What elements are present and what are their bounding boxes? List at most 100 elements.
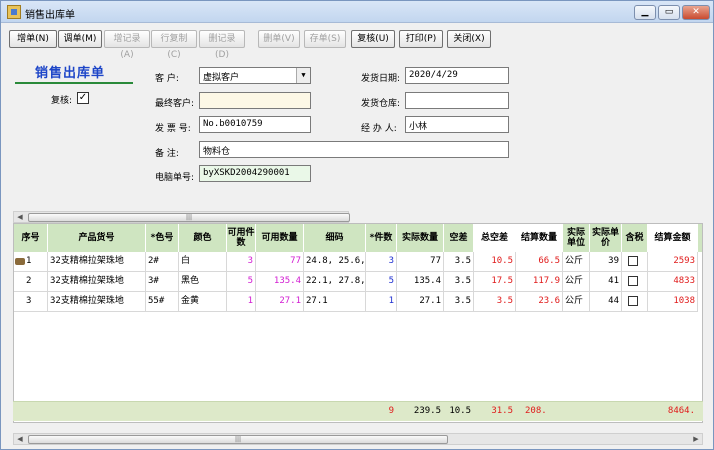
final-customer-label: 最终客户: — [155, 99, 195, 109]
scroll-right-icon[interactable]: ▶ — [690, 434, 702, 444]
cell-no: 3 — [14, 292, 48, 312]
cell-color[interactable]: 白 — [179, 252, 227, 272]
minimize-button[interactable]: ▁ — [634, 5, 656, 20]
cell-settle-qty: 117.9 — [516, 272, 563, 292]
delete-record-button[interactable]: 删记录(D) — [199, 30, 245, 60]
cell-actual-qty[interactable]: 27.1 — [397, 292, 444, 312]
print-button[interactable]: 打印(P) — [399, 30, 443, 48]
scroll-left-icon[interactable]: ◀ — [14, 212, 26, 222]
col-header-no[interactable]: 序号 — [14, 224, 48, 252]
cell-avail-pcs: 5 — [227, 272, 256, 292]
add-doc-button[interactable]: 增单(N) — [9, 30, 57, 48]
cell-tax[interactable] — [622, 272, 648, 292]
cell-price[interactable]: 44 — [590, 292, 622, 312]
cell-sku[interactable]: 32支精棉拉架珠地 — [48, 272, 146, 292]
cell-diff[interactable]: 3.5 — [444, 272, 474, 292]
close-window-button[interactable]: ✕ — [682, 5, 710, 20]
cell-detail[interactable]: 27.1 — [304, 292, 366, 312]
warehouse-label: 发货仓库: — [361, 99, 401, 109]
cell-price[interactable]: 39 — [590, 252, 622, 272]
cell-unit[interactable]: 公斤 — [563, 272, 590, 292]
cell-total-diff: 10.5 — [474, 252, 516, 272]
add-record-button[interactable]: 增记录(A) — [104, 30, 150, 60]
window-title: 销售出库单 — [25, 10, 75, 21]
cell-amount: 4833 — [648, 272, 698, 292]
col-header-pcs[interactable]: *件数 — [366, 224, 397, 252]
cell-color[interactable]: 黑色 — [179, 272, 227, 292]
cell-actual-qty[interactable]: 135.4 — [397, 272, 444, 292]
cell-pcs[interactable]: 3 — [366, 252, 397, 272]
total-amount: 8464. — [667, 406, 695, 416]
col-header-amount[interactable]: 结算金额 — [648, 224, 698, 252]
grid-scroll-thumb[interactable]: ||| — [28, 435, 448, 444]
cell-no: 1 — [14, 252, 48, 272]
col-header-avail-qty[interactable]: 可用数量 — [256, 224, 304, 252]
cell-unit[interactable]: 公斤 — [563, 252, 590, 272]
invoice-field[interactable]: No.b0010759 — [199, 116, 311, 133]
cell-unit[interactable]: 公斤 — [563, 292, 590, 312]
review-button[interactable]: 复核(U) — [351, 30, 395, 48]
tax-checkbox[interactable] — [628, 276, 638, 286]
ship-date-label: 发货日期: — [361, 74, 401, 84]
col-header-diff[interactable]: 空差 — [444, 224, 474, 252]
cell-sku[interactable]: 32支精棉拉架珠地 — [48, 252, 146, 272]
ship-date-field[interactable]: 2020/4/29 — [405, 67, 509, 84]
pc-no-field: byXSKD2004290001 — [199, 165, 311, 182]
cell-price[interactable]: 41 — [590, 272, 622, 292]
col-header-avail-pcs[interactable]: 可用件数 — [227, 224, 256, 252]
cell-pcs[interactable]: 5 — [366, 272, 397, 292]
cell-no: 2 — [14, 272, 48, 292]
edit-doc-button[interactable]: 调单(M) — [58, 30, 102, 48]
warehouse-field[interactable] — [405, 92, 509, 109]
cell-detail[interactable]: 22.1, 27.8, — [304, 272, 366, 292]
cell-total-diff: 17.5 — [474, 272, 516, 292]
final-customer-field[interactable] — [199, 92, 311, 109]
grid-hscrollbar[interactable]: ◀ ||| ▶ — [13, 433, 703, 445]
tax-checkbox[interactable] — [628, 296, 638, 306]
close-button[interactable]: 关闭(X) — [447, 30, 491, 48]
chevron-down-icon[interactable]: ▼ — [296, 68, 310, 83]
copy-row-button[interactable]: 行复制(C) — [151, 30, 197, 60]
review-checkbox[interactable]: ✓ — [77, 92, 89, 104]
customer-select[interactable]: 虚拟客户 ▼ — [199, 67, 311, 84]
tax-checkbox[interactable] — [628, 256, 638, 266]
col-header-extra — [698, 224, 702, 252]
cell-tax[interactable] — [622, 252, 648, 272]
scroll-left-icon[interactable]: ◀ — [14, 434, 26, 444]
col-header-color-no[interactable]: *色号 — [146, 224, 179, 252]
total-total-diff: 31.5 — [491, 406, 513, 416]
col-header-tax[interactable]: 含税 — [622, 224, 648, 252]
col-header-total-diff[interactable]: 总空差 — [474, 224, 516, 252]
cell-diff[interactable]: 3.5 — [444, 252, 474, 272]
handler-field[interactable]: 小林 — [405, 116, 509, 133]
cell-color-no[interactable]: 2# — [146, 252, 179, 272]
delete-doc-button[interactable]: 删单(V) — [258, 30, 300, 48]
col-header-sku[interactable]: 产品货号 — [48, 224, 146, 252]
cell-avail-qty: 77 — [256, 252, 304, 272]
scroll-thumb[interactable]: ||| — [28, 213, 350, 222]
restore-button[interactable]: ▭ — [658, 5, 680, 20]
col-header-color[interactable]: 颜色 — [179, 224, 227, 252]
form-hscrollbar[interactable]: ◀ ||| — [13, 211, 350, 223]
cell-detail[interactable]: 24.8, 25.6, — [304, 252, 366, 272]
cell-color-no[interactable]: 55# — [146, 292, 179, 312]
save-button[interactable]: 存单(S) — [304, 30, 346, 48]
col-header-unit[interactable]: 实际单位 — [563, 224, 590, 252]
cell-sku[interactable]: 32支精棉拉架珠地 — [48, 292, 146, 312]
remark-field[interactable]: 物料仓 — [199, 141, 509, 158]
col-header-actual-qty[interactable]: 实际数量 — [397, 224, 444, 252]
cell-avail-pcs: 3 — [227, 252, 256, 272]
col-header-settle-qty[interactable]: 结算数量 — [516, 224, 563, 252]
total-pcs: 9 — [388, 406, 394, 416]
invoice-label: 发 票 号: — [155, 124, 191, 134]
cell-pcs[interactable]: 1 — [366, 292, 397, 312]
cell-avail-qty: 27.1 — [256, 292, 304, 312]
total-actual-qty: 239.5 — [413, 406, 441, 416]
cell-diff[interactable]: 3.5 — [444, 292, 474, 312]
cell-tax[interactable] — [622, 292, 648, 312]
cell-actual-qty[interactable]: 77 — [397, 252, 444, 272]
col-header-detail[interactable]: 细码 — [304, 224, 366, 252]
cell-color-no[interactable]: 3# — [146, 272, 179, 292]
col-header-price[interactable]: 实际单价 — [590, 224, 622, 252]
cell-color[interactable]: 金黄 — [179, 292, 227, 312]
